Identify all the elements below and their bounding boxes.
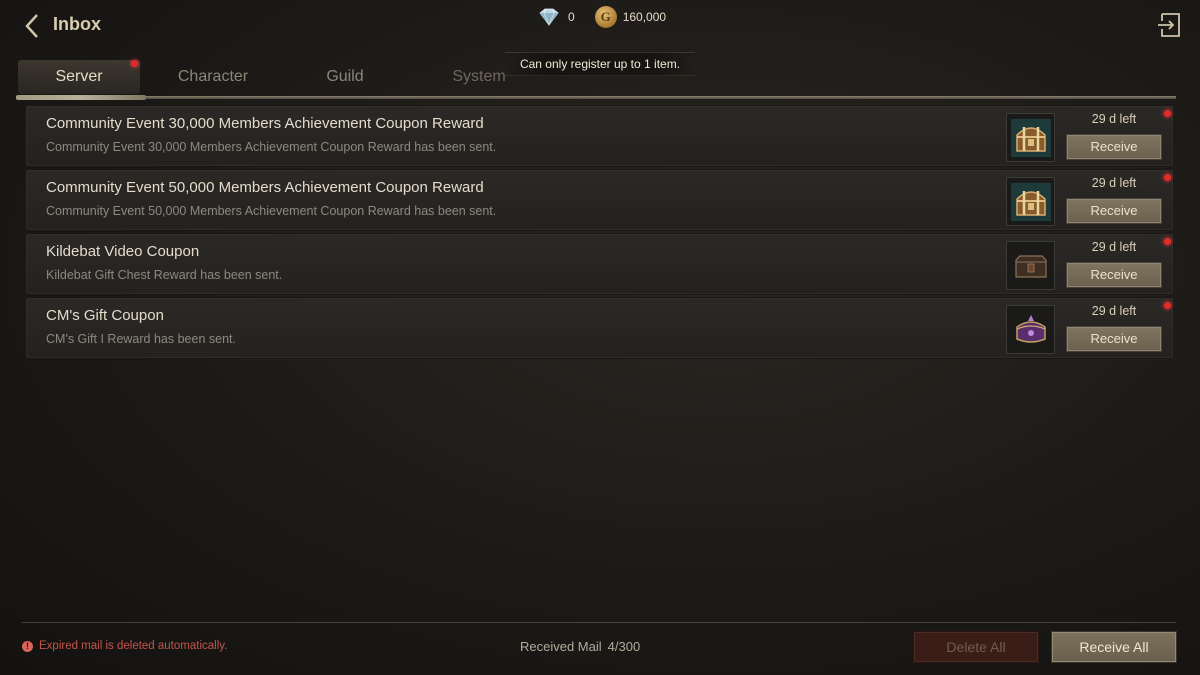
gold-count: 160,000	[622, 10, 667, 24]
mail-counter: Received Mail 4/300	[520, 639, 640, 654]
tab-label: Guild	[326, 68, 364, 85]
unread-dot	[1164, 174, 1171, 181]
notification-dot	[131, 60, 138, 67]
receive-button[interactable]: Receive	[1066, 326, 1162, 352]
days-left: 29 d left	[1091, 176, 1137, 190]
mail-title: Community Event 30,000 Members Achieveme…	[46, 115, 484, 132]
receive-button[interactable]: Receive	[1066, 262, 1162, 288]
reward-item-slot[interactable]	[1006, 113, 1055, 162]
mail-list: Community Event 30,000 Members Achieveme…	[25, 105, 1174, 361]
gold-coin-icon: G	[594, 6, 617, 28]
unread-dot	[1164, 110, 1171, 117]
footer-divider	[22, 622, 1176, 623]
receive-button[interactable]: Receive	[1066, 134, 1162, 160]
tab-label: Server	[55, 68, 103, 85]
mail-item[interactable]: Community Event 30,000 Members Achieveme…	[25, 105, 1174, 167]
receive-all-button[interactable]: Receive All	[1051, 631, 1177, 663]
tab-character[interactable]: Character	[140, 60, 286, 94]
mail-title: Kildebat Video Coupon	[46, 243, 200, 260]
mail-subtitle: Kildebat Gift Chest Reward has been sent…	[46, 268, 283, 282]
page-title: Inbox	[53, 14, 101, 34]
mail-item[interactable]: CM's Gift Coupon CM's Gift I Reward has …	[25, 297, 1174, 359]
mail-title: Community Event 50,000 Members Achieveme…	[46, 179, 484, 196]
days-left: 29 d left	[1091, 240, 1137, 254]
reward-item-slot[interactable]	[1006, 305, 1055, 354]
days-left: 29 d left	[1091, 304, 1137, 318]
exclamation-icon: !	[22, 640, 33, 652]
mail-item[interactable]: Community Event 50,000 Members Achieveme…	[25, 169, 1174, 231]
currency-bar: 0 G 160,000	[536, 6, 666, 28]
tab-label: System	[452, 68, 506, 85]
counter-label: Received Mail	[520, 639, 602, 654]
days-left: 29 d left	[1091, 112, 1137, 126]
jewel-box-icon	[1010, 310, 1051, 349]
counter-value: 4/300	[607, 639, 641, 654]
exit-button[interactable]	[1158, 12, 1182, 38]
mail-title: CM's Gift Coupon	[46, 307, 164, 324]
tab-label: Character	[177, 68, 249, 85]
mail-item[interactable]: Kildebat Video Coupon Kildebat Gift Ches…	[25, 233, 1174, 295]
chevron-left-icon	[25, 14, 38, 38]
mail-subtitle: Community Event 50,000 Members Achieveme…	[46, 204, 497, 218]
reward-item-slot[interactable]	[1006, 241, 1055, 290]
reward-item-slot[interactable]	[1006, 177, 1055, 226]
unread-dot	[1164, 238, 1171, 245]
unread-dot	[1164, 302, 1171, 309]
tab-bar: Server Character Guild System	[18, 60, 554, 96]
back-button[interactable]	[22, 12, 42, 40]
expiry-warning: ! Expired mail is deleted automatically.	[22, 640, 227, 652]
treasure-chest-icon	[1010, 182, 1051, 221]
dark-chest-icon	[1010, 246, 1051, 285]
tab-divider	[16, 95, 1176, 100]
toast-message: Can only register up to 1 item.	[505, 52, 695, 76]
treasure-chest-icon	[1010, 118, 1051, 157]
warning-text: Expired mail is deleted automatically.	[39, 640, 228, 652]
mail-subtitle: Community Event 30,000 Members Achieveme…	[46, 140, 497, 154]
tab-guild[interactable]: Guild	[286, 60, 404, 94]
exit-icon	[1158, 13, 1180, 37]
receive-button[interactable]: Receive	[1066, 198, 1162, 224]
mail-subtitle: CM's Gift I Reward has been sent.	[46, 332, 236, 346]
delete-all-button[interactable]: Delete All	[913, 631, 1039, 663]
gem-count: 0	[568, 10, 575, 24]
diamond-icon	[539, 8, 559, 26]
tab-server[interactable]: Server	[18, 60, 140, 94]
